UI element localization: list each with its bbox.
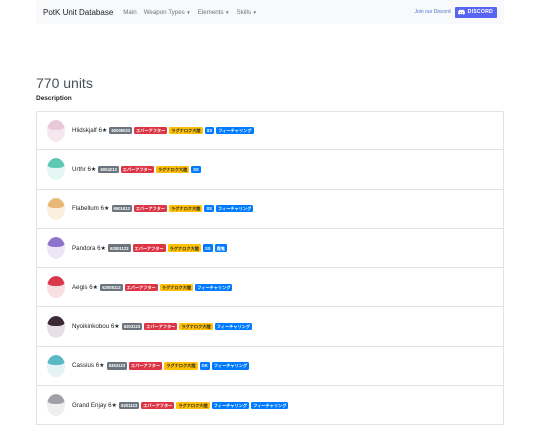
- unit-tag-badge[interactable]: フィーチャリング: [251, 401, 289, 409]
- unit-tag-badge[interactable]: フィーチャリング: [214, 322, 253, 331]
- unit-id-badge: 62008113: [100, 283, 123, 292]
- unit-id-badge: 6201123: [119, 401, 140, 409]
- unit-avatar[interactable]: [47, 276, 65, 299]
- unit-avatar[interactable]: [47, 315, 65, 338]
- unit-tag-badge[interactable]: エバーアフター: [132, 244, 166, 252]
- unit-list-item[interactable]: Cassius 6★ 6363123 エバーアフター ラグナロク大陸 GK フィーチャリン…: [36, 346, 504, 387]
- unit-name[interactable]: Flabellum 6★: [72, 205, 110, 212]
- avatar-hair-shape: [47, 119, 65, 130]
- unit-name[interactable]: Urthr 6★: [72, 166, 96, 173]
- unit-tag-badge[interactable]: ラグナロク大陸: [176, 401, 210, 409]
- nav-main-label: Main: [123, 8, 137, 16]
- brand-link[interactable]: PotK Unit Database: [43, 8, 113, 17]
- unit-avatar[interactable]: [47, 237, 65, 260]
- unit-list-item[interactable]: Urthr 6★ 6004213 エバーアフター ラグナロク大陸 SS: [36, 150, 504, 190]
- unit-tag-badge[interactable]: エバーアフター: [144, 322, 178, 331]
- unit-tag-badge[interactable]: ラグナロク大陸: [155, 165, 190, 174]
- unit-tag-badge[interactable]: フィーチャリング: [211, 362, 250, 370]
- unit-avatar[interactable]: [47, 354, 65, 377]
- discord-logo-icon: [457, 9, 465, 15]
- nav-skills-label: Skills: [236, 8, 251, 16]
- unit-tag-badge[interactable]: SS: [204, 126, 215, 135]
- nav-weapon-types-label: Weapon Types: [143, 8, 185, 16]
- unit-tag-badge[interactable]: ラグナロク大陸: [179, 322, 213, 331]
- unit-tag-badge[interactable]: ラグナロク大陸: [159, 283, 194, 292]
- description-label: Description: [36, 95, 72, 102]
- unit-list-item[interactable]: Grand Enjay 6★ 6201123 エバーアフター ラグナロク大陸 フィーチャ…: [36, 386, 504, 425]
- unit-tag-badge[interactable]: エバーアフター: [120, 165, 154, 174]
- unit-name[interactable]: Grand Enjay 6★: [72, 402, 117, 409]
- avatar-hair-shape: [47, 394, 65, 405]
- unit-avatar[interactable]: [47, 119, 65, 142]
- caret-down-icon: ▼: [252, 9, 257, 15]
- discord-button[interactable]: DISCORD: [454, 6, 497, 18]
- unit-avatar[interactable]: [47, 158, 65, 181]
- unit-name[interactable]: Pandora 6★: [72, 245, 106, 252]
- unit-tag-badge[interactable]: フィーチャリング: [195, 283, 233, 292]
- join-discord-link[interactable]: Join our Discord: [415, 9, 451, 15]
- unit-tag-badge[interactable]: フィーチャリング: [216, 126, 254, 135]
- unit-tag-badge[interactable]: 鹿鬼: [214, 244, 227, 252]
- avatar-hair-shape: [47, 276, 65, 287]
- unit-name[interactable]: Hlidskjalf 6★: [72, 127, 107, 134]
- unit-id-badge: 6203123: [121, 322, 143, 331]
- unit-tag-badge[interactable]: エバーアフター: [134, 126, 168, 135]
- unit-tag-badge[interactable]: フィーチャリング: [215, 205, 254, 213]
- unit-id-badge: 62005023: [109, 126, 133, 135]
- avatar-hair-shape: [47, 158, 65, 169]
- unit-tag-badge[interactable]: エバーアフター: [141, 401, 175, 409]
- unit-tag-badge[interactable]: GK: [199, 362, 210, 370]
- unit-tag-badge[interactable]: ラグナロク大陸: [169, 205, 203, 213]
- unit-list-item[interactable]: Nyoikinkobou 6★ 6203123 エバーアフター ラグナロク大陸 フィーチ…: [36, 307, 504, 347]
- nav-main[interactable]: Main: [123, 9, 136, 16]
- unit-count-heading: 770 units: [36, 75, 93, 91]
- discord-label: DISCORD: [467, 9, 493, 15]
- unit-tag-badge[interactable]: SS: [203, 244, 213, 252]
- unit-tag-badge[interactable]: ラグナロク大陸: [169, 126, 203, 135]
- unit-tag-badge[interactable]: ラグナロク大陸: [164, 362, 198, 370]
- unit-id-badge: 6501613: [111, 205, 132, 213]
- unit-tag-badge[interactable]: SS: [191, 165, 201, 174]
- unit-name[interactable]: Aegis 6★: [72, 284, 98, 291]
- unit-name[interactable]: Cassius 6★: [72, 362, 105, 369]
- nav-skills-dropdown[interactable]: Skills ▼: [236, 9, 256, 16]
- unit-tag-badge[interactable]: エバーアフター: [129, 362, 163, 370]
- unit-tag-badge[interactable]: ラグナロク大陸: [167, 244, 201, 252]
- unit-tag-badge[interactable]: エバーアフター: [124, 283, 158, 292]
- unit-avatar[interactable]: [47, 197, 65, 220]
- unit-tag-badge[interactable]: SS: [204, 205, 214, 213]
- unit-list: Hlidskjalf 6★ 62005023 エバーアフター ラグナロク大陸 SS フィー…: [36, 111, 504, 425]
- unit-tag-badge[interactable]: エバーアフター: [133, 205, 167, 213]
- unit-id-badge: 6004213: [98, 165, 119, 174]
- avatar-hair-shape: [47, 197, 65, 208]
- avatar-hair-shape: [47, 354, 65, 365]
- nav-elements-dropdown[interactable]: Elements ▼: [198, 9, 230, 16]
- unit-name[interactable]: Nyoikinkobou 6★: [72, 323, 120, 330]
- caret-down-icon: ▼: [225, 9, 230, 15]
- unit-list-item[interactable]: Aegis 6★ 62008113 エバーアフター ラグナロク大陸 フィーチャリング: [36, 268, 504, 308]
- unit-id-badge: 62001123: [108, 244, 131, 252]
- avatar-hair-shape: [47, 237, 65, 248]
- nav-elements-label: Elements: [197, 8, 224, 16]
- caret-down-icon: ▼: [186, 9, 191, 15]
- unit-list-item[interactable]: Hlidskjalf 6★ 62005023 エバーアフター ラグナロク大陸 SS フィー…: [36, 111, 504, 151]
- top-navbar: PotK Unit Database Main Weapon Types ▼ El…: [36, 0, 504, 24]
- nav-weapon-types-dropdown[interactable]: Weapon Types ▼: [144, 9, 191, 16]
- unit-id-badge: 6363123: [106, 362, 128, 370]
- unit-list-item[interactable]: Flabellum 6★ 6501613 エバーアフター ラグナロク大陸 SS フィーチャ…: [36, 189, 504, 229]
- unit-tag-badge[interactable]: フィーチャリング: [211, 401, 250, 409]
- avatar-hair-shape: [47, 315, 65, 326]
- unit-list-item[interactable]: Pandora 6★ 62001123 エバーアフター ラグナロク大陸 SS 鹿鬼: [36, 228, 504, 269]
- unit-avatar[interactable]: [47, 394, 65, 417]
